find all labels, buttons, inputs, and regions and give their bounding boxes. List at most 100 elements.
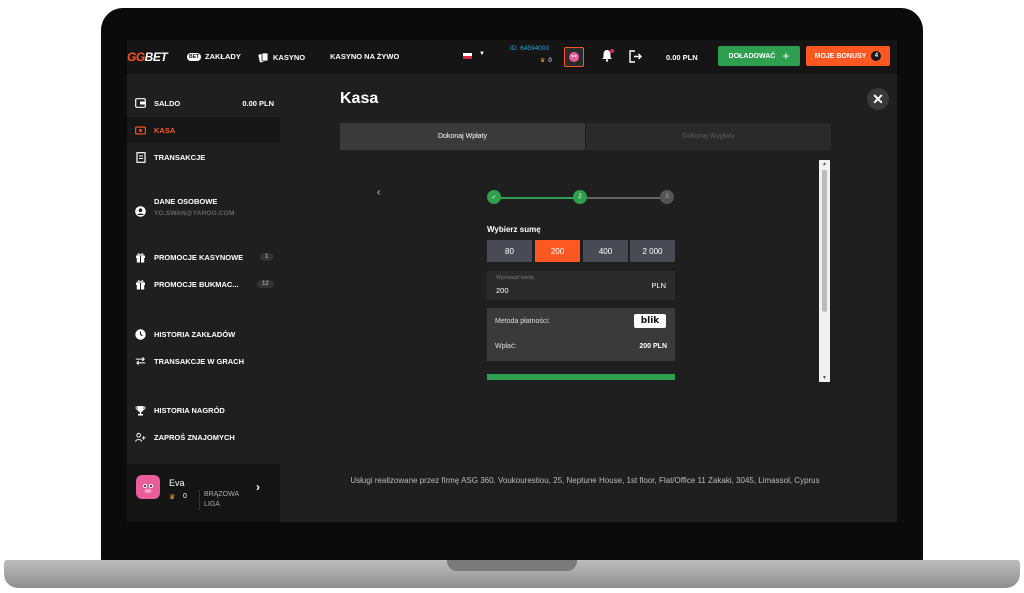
amount-option-200[interactable]: 200	[535, 240, 580, 262]
sidebar: SALDO 0.00 PLN KASA TRANSAKCJE DANE OSOB…	[127, 84, 280, 522]
promo-casino-count: 1	[260, 253, 274, 261]
wallet-icon	[135, 98, 146, 109]
step-2: 2	[573, 190, 587, 204]
custom-amount-input[interactable]: Wprowadź kwotę 200 PLN	[487, 271, 675, 300]
chevron-left-icon[interactable]: ‹	[377, 187, 380, 198]
logo[interactable]: GGBET	[127, 50, 168, 64]
crown-icon: ♛	[169, 494, 176, 501]
user-email: YO.SWAN@YAHOO.COM	[154, 210, 235, 217]
sidebar-item-historia-nagrod[interactable]: HISTORIA NAGRÓD	[127, 397, 280, 423]
logo-gg: GG	[127, 50, 145, 64]
custom-amount-placeholder: Wprowadź kwotę	[496, 275, 535, 281]
submit-deposit-button[interactable]	[487, 374, 675, 380]
sidebar-item-transakcje-w-grach[interactable]: TRANSAKCJE W GRACH	[127, 348, 280, 374]
deposit-button-label: DOŁADOWAĆ	[728, 52, 776, 60]
logout-icon[interactable]	[629, 50, 643, 63]
nav-kasyno[interactable]: KASYNO	[258, 52, 305, 63]
stepper-line-done	[495, 197, 579, 199]
sidebar-item-label: TRANSAKCJE W GRACH	[154, 356, 244, 366]
invite-friends-icon	[135, 432, 146, 443]
amount-option-80[interactable]: 80	[487, 240, 532, 262]
nav-kasyno-na-zywo-label: KASYNO NA ŻYWO	[330, 52, 400, 61]
profile-card[interactable]: Eva ♛ 0 BRĄZOWA LIGA ›	[127, 464, 280, 522]
step-1-check-icon: ✓	[487, 190, 501, 204]
sidebar-item-saldo[interactable]: SALDO 0.00 PLN	[127, 90, 280, 116]
scrollbar-thumb[interactable]	[822, 170, 827, 312]
gift-icon	[135, 279, 146, 290]
sidebar-item-historia-zakladow[interactable]: HISTORIA ZAKŁADÓW	[127, 321, 280, 347]
payment-method-label: Metoda płatności:	[495, 318, 550, 325]
nav-kasyno-label: KASYNO	[273, 53, 306, 62]
scroll-down-arrow-icon[interactable]: ▼	[822, 375, 827, 381]
sidebar-item-dane-osobowe[interactable]: DANE OSOBOWE YO.SWAN@YAHOO.COM	[127, 194, 280, 228]
deposit-amount-value: 200 PLN	[639, 343, 667, 350]
user-icon	[135, 205, 146, 217]
sidebar-item-label: ZAPROŚ ZNAJOMYCH	[154, 432, 235, 442]
sidebar-item-transakcje[interactable]: TRANSAKCJE	[127, 144, 280, 170]
poland-flag-icon[interactable]	[463, 53, 472, 59]
sidebar-item-promocje-bukmacherskie[interactable]: PROMOCJE BUKMAC... 12	[127, 271, 280, 297]
choose-amount-label: Wybierz sumę	[487, 225, 541, 234]
transfer-arrows-icon	[135, 356, 146, 367]
tab-withdraw[interactable]: Dokonaj Wypłaty	[586, 123, 831, 150]
sidebar-item-label: DANE OSOBOWE	[154, 197, 218, 206]
profile-league: BRĄZOWA LIGA	[199, 490, 239, 510]
sidebar-item-label: SALDO	[154, 98, 181, 108]
sidebar-item-label: HISTORIA NAGRÓD	[154, 405, 225, 415]
league-line-2: LIGA	[204, 501, 220, 508]
nav-kasyno-na-zywo[interactable]: KASYNO NA ŻYWO	[330, 52, 399, 61]
cards-icon	[258, 52, 269, 63]
nav-zaklady-label: ZAKŁADY	[205, 52, 241, 61]
crown-icon: ♛ 0	[540, 58, 552, 64]
bonus-count-badge: 4	[871, 51, 882, 61]
chevron-right-icon[interactable]: ›	[256, 480, 260, 494]
sidebar-item-zapros-znajomych[interactable]: ZAPROŚ ZNAJOMYCH	[127, 424, 280, 450]
deposit-button[interactable]: DOŁADOWAĆ +	[718, 46, 800, 66]
logo-bet: BET	[144, 50, 168, 64]
stepper-line-pending	[580, 197, 666, 199]
step-3: 3	[660, 190, 674, 204]
amount-option-2000[interactable]: 2 000	[630, 240, 675, 262]
currency-label: PLN	[651, 281, 666, 290]
my-bonuses-label: MOJE BONUSY	[814, 52, 867, 60]
cash-icon	[135, 125, 146, 136]
scrollbar[interactable]: ▲ ▼	[819, 160, 830, 382]
tab-deposit[interactable]: Dokonaj Wpłaty	[340, 123, 585, 150]
clock-icon	[135, 328, 146, 340]
sidebar-item-label: HISTORIA ZAKŁADÓW	[154, 329, 236, 339]
nav-zaklady[interactable]: BET ZAKŁADY	[187, 52, 241, 61]
payment-summary: Metoda płatności: blik Wpłać: 200 PLN	[487, 308, 675, 361]
plus-icon: +	[782, 49, 790, 63]
company-info-footer: Usługi realizowane przez firmę ASG 360. …	[350, 476, 820, 485]
league-line-1: BRĄZOWA	[204, 491, 240, 498]
avatar-icon	[569, 52, 579, 62]
promo-sport-count: 12	[257, 280, 274, 288]
custom-amount-value: 200	[496, 286, 509, 295]
amount-option-400[interactable]: 400	[583, 240, 628, 262]
sidebar-item-label: KASA	[154, 125, 176, 135]
page-title: Kasa	[340, 90, 379, 107]
sidebar-item-label: PROMOCJE KASYNOWE	[154, 252, 244, 262]
header-balance: 0.00 PLN	[666, 53, 698, 62]
profile-name: Eva	[169, 478, 185, 488]
sidebar-item-promocje-kasynowe[interactable]: PROMOCJE KASYNOWE 1	[127, 244, 280, 270]
notification-dot	[610, 49, 614, 53]
deposit-amount-label: Wpłać:	[495, 343, 517, 350]
avatar-button[interactable]	[564, 47, 584, 67]
top-bar: GGBET BET ZAKŁADY KASYNO KASYNO NA ŻYWO …	[127, 40, 897, 74]
sidebar-item-kasa[interactable]: KASA	[127, 117, 280, 143]
chevron-down-icon[interactable]: ▼	[479, 51, 485, 57]
scroll-up-arrow-icon[interactable]: ▲	[822, 161, 827, 167]
crown-count: 0	[548, 58, 552, 64]
close-icon[interactable]: ✕	[867, 88, 889, 110]
sidebar-item-label: TRANSAKCJE	[154, 152, 206, 162]
sidebar-item-label: PROMOCJE BUKMAC...	[154, 279, 239, 289]
my-bonuses-button[interactable]: MOJE BONUSY 4	[806, 46, 890, 66]
laptop-notch	[447, 560, 577, 571]
blik-logo[interactable]: blik	[634, 314, 666, 328]
sidebar-saldo-value: 0.00 PLN	[242, 98, 274, 108]
gift-icon	[135, 252, 146, 263]
avatar	[136, 475, 160, 499]
bet-pill-icon: BET	[187, 52, 201, 61]
app-screen: GGBET BET ZAKŁADY KASYNO KASYNO NA ŻYWO …	[127, 40, 897, 522]
